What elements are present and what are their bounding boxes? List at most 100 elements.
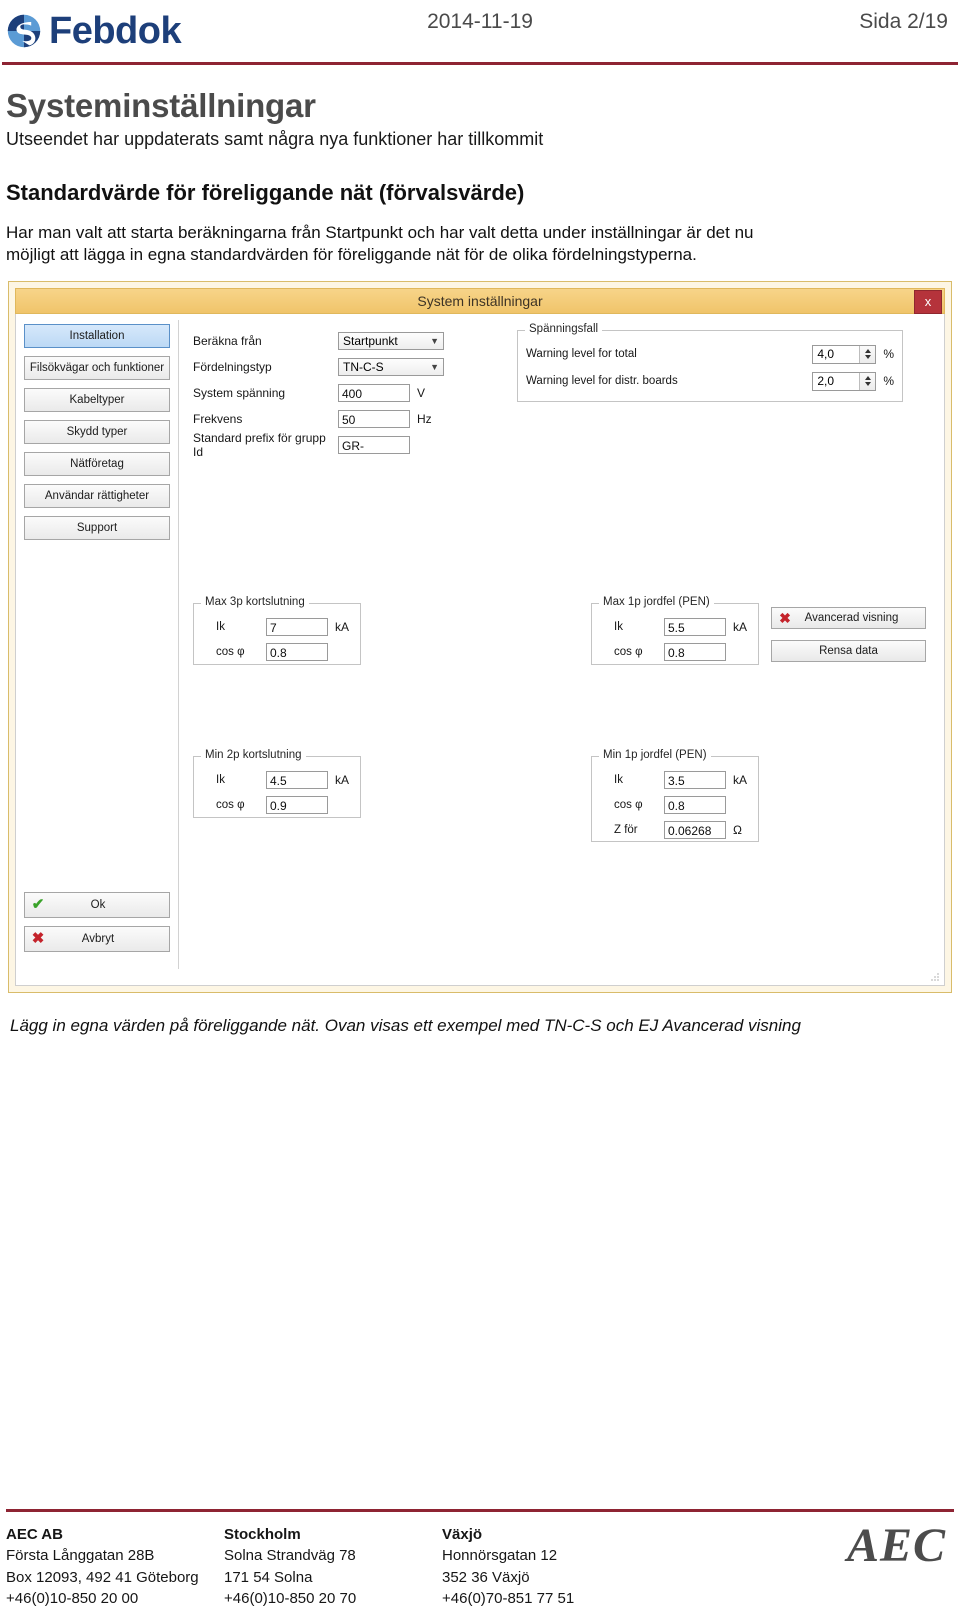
sidebar-item-installation[interactable]: Installation — [24, 323, 170, 348]
warning-level-total-row: Warning level for total 4,0 % — [526, 343, 894, 366]
prefix-input[interactable]: GR- — [338, 435, 410, 454]
system-spanning-unit: V — [417, 385, 426, 400]
rensa-data-label: Rensa data — [819, 644, 878, 657]
sidebar-item-skyddtyper[interactable]: Skydd typer — [24, 419, 170, 444]
frekvens-input[interactable]: 50 — [338, 409, 410, 428]
warning-level-total-value: 4,0 — [817, 346, 835, 361]
figure-caption: Lägg in egna värden på föreliggande nät.… — [10, 1015, 801, 1035]
footer-line: +46(0)10-850 20 70 — [224, 1590, 357, 1608]
sidebar-item-support[interactable]: Support — [24, 515, 170, 540]
stepper-arrows-icon[interactable] — [859, 372, 876, 390]
footer-line: +46(0)70-851 77 51 — [442, 1590, 575, 1608]
max-3p-cos-input[interactable]: 0.8 — [266, 642, 328, 661]
document-content: Systeminställningar Utseendet har uppdat… — [0, 87, 960, 1037]
footer-line: 352 36 Växjö — [442, 1568, 530, 1586]
max-1p-group-title: Max 1p jordfel (PEN) — [599, 595, 714, 608]
footer-line: Box 12093, 492 41 Göteborg — [6, 1568, 199, 1586]
dialog-title: System inställningar — [417, 292, 543, 309]
berakna-fran-select[interactable]: Startpunkt ▼ — [338, 331, 444, 350]
max-1p-cos-row: cos φ 0.8 — [600, 641, 750, 663]
fordelningstyp-label: Fördelningstyp — [193, 359, 272, 374]
warning-level-boards-unit: % — [883, 374, 894, 389]
rensa-data-button[interactable]: Rensa data — [771, 639, 926, 662]
footer-column-vaxjo: Växjö Honnörsgatan 12 352 36 Växjö +46(0… — [442, 1526, 660, 1610]
dialog-footer-buttons: ✔ Ok ✖ Avbryt — [24, 891, 170, 960]
footer-heading: Växjö — [442, 1525, 483, 1543]
page-subtitle: Utseendet har uppdaterats samt några nya… — [6, 129, 544, 149]
voltage-drop-group-title: Spänningsfall — [525, 322, 603, 335]
footer-line: 171 54 Solna — [224, 1568, 313, 1586]
sidebar-item-kabeltyper[interactable]: Kabeltyper — [24, 387, 170, 412]
min-1p-cos-input[interactable]: 0.8 — [664, 795, 726, 814]
max-3p-rows: Ik 7 kA cos φ 0.8 — [194, 604, 360, 674]
header-date: 2014-11-19 — [427, 10, 533, 33]
close-icon[interactable]: x — [914, 289, 942, 314]
system-settings-dialog: System inställningar x Installation Fils… — [8, 280, 952, 993]
resize-grip-icon[interactable] — [930, 972, 940, 982]
page-header: Febdok 2014-11-19 Sida 2/19 — [0, 0, 960, 62]
min-1p-cos-row: cos φ 0.8 — [600, 794, 750, 816]
field-row-system-spanning: System spänning 400 V — [193, 382, 473, 404]
header-divider — [2, 62, 958, 65]
min-2p-ik-row: Ik 4.5 kA — [202, 769, 352, 791]
warning-level-total-unit: % — [883, 347, 894, 362]
fordelningstyp-select[interactable]: TN-C-S ▼ — [338, 357, 444, 376]
prefix-label: Standard prefix för grupp Id — [193, 430, 326, 459]
sidebar-item-anvandarrattigheter[interactable]: Användar rättigheter — [24, 483, 170, 508]
field-row-prefix: Standard prefix för grupp Id GR- — [193, 430, 473, 459]
min-1p-z-input[interactable]: 0.06268 — [664, 820, 726, 839]
min-1p-ik-input[interactable]: 3.5 — [664, 770, 726, 789]
max-1p-cos-input[interactable]: 0.8 — [664, 642, 726, 661]
cancel-button[interactable]: ✖ Avbryt — [24, 925, 170, 952]
min-2p-ik-unit: kA — [335, 772, 350, 787]
footer-heading: Stockholm — [224, 1525, 301, 1543]
stepper-arrows-icon[interactable] — [859, 345, 876, 363]
ok-button-label: Ok — [90, 898, 106, 911]
avancerad-visning-button[interactable]: ✖ Avancerad visning — [771, 606, 926, 629]
min-1p-ik-row: Ik 3.5 kA — [600, 769, 750, 791]
frekvens-label: Frekvens — [193, 411, 243, 426]
max-3p-ik-input[interactable]: 7 — [266, 617, 328, 636]
footer-line: +46(0)10-850 20 00 — [6, 1590, 139, 1608]
min-1p-z-row: Z för 0.06268 Ω — [600, 819, 750, 841]
warning-level-boards-stepper[interactable]: 2,0 — [812, 371, 877, 391]
page-title: Systeminställningar — [6, 87, 316, 124]
max-3p-short-circuit-group: Max 3p kortslutning Ik 7 kA cos φ 0.8 — [193, 595, 361, 665]
section-heading: Standardvärde för föreliggande nät (förv… — [6, 180, 525, 205]
warning-level-boards-value: 2,0 — [817, 373, 835, 388]
chevron-down-icon: ▼ — [430, 335, 439, 346]
min-2p-cos-input[interactable]: 0.9 — [266, 795, 328, 814]
system-spanning-input[interactable]: 400 — [338, 383, 410, 402]
footer-line: Solna Strandväg 78 — [224, 1546, 356, 1564]
ok-button[interactable]: ✔ Ok — [24, 891, 170, 918]
voltage-drop-group: Spänningsfall Warning level for total 4,… — [517, 322, 903, 402]
max-1p-ik-input[interactable]: 5.5 — [664, 617, 726, 636]
sidebar-item-filsokvagar[interactable]: Filsökvägar och funktioner — [24, 355, 170, 380]
min-2p-rows: Ik 4.5 kA cos φ 0.9 — [194, 757, 360, 827]
footer-columns: AEC AB Första Långgatan 28B Box 12093, 4… — [6, 1521, 954, 1610]
max-1p-ik-unit: kA — [733, 619, 748, 634]
min-1p-group-title: Min 1p jordfel (PEN) — [599, 748, 711, 761]
min-1p-z-label: Z för — [614, 823, 638, 836]
berakna-fran-value: Startpunkt — [343, 333, 398, 348]
red-x-icon: ✖ — [779, 609, 791, 626]
footer-line: Honnörsgatan 12 — [442, 1546, 558, 1564]
max-1p-cos-label: cos φ — [614, 645, 643, 658]
max-1p-ik-label: Ik — [614, 620, 623, 633]
footer-heading: AEC AB — [6, 1525, 63, 1543]
warning-level-total-stepper[interactable]: 4,0 — [812, 344, 877, 364]
max-3p-cos-label: cos φ — [216, 645, 245, 658]
footer-column-aec: AEC AB Första Långgatan 28B Box 12093, 4… — [6, 1526, 224, 1610]
aec-logo: AEC — [846, 1518, 946, 1572]
red-x-icon: ✖ — [31, 929, 45, 947]
fordelningstyp-value: TN-C-S — [343, 359, 384, 374]
footer-divider — [6, 1508, 954, 1512]
sidebar-item-natforetag[interactable]: Nätföretag — [24, 451, 170, 476]
min-2p-group-title: Min 2p kortslutning — [201, 748, 306, 761]
min-1p-earth-fault-group: Min 1p jordfel (PEN) Ik 3.5 kA cos φ 0.8 — [591, 748, 759, 842]
check-icon: ✔ — [31, 895, 45, 913]
min-2p-ik-input[interactable]: 4.5 — [266, 770, 328, 789]
max-3p-cos-row: cos φ 0.8 — [202, 641, 352, 663]
dialog-main-panel: Beräkna från Startpunkt ▼ Fördelningstyp… — [178, 319, 936, 969]
warning-level-boards-row: Warning level for distr. boards 2,0 % — [526, 370, 894, 393]
